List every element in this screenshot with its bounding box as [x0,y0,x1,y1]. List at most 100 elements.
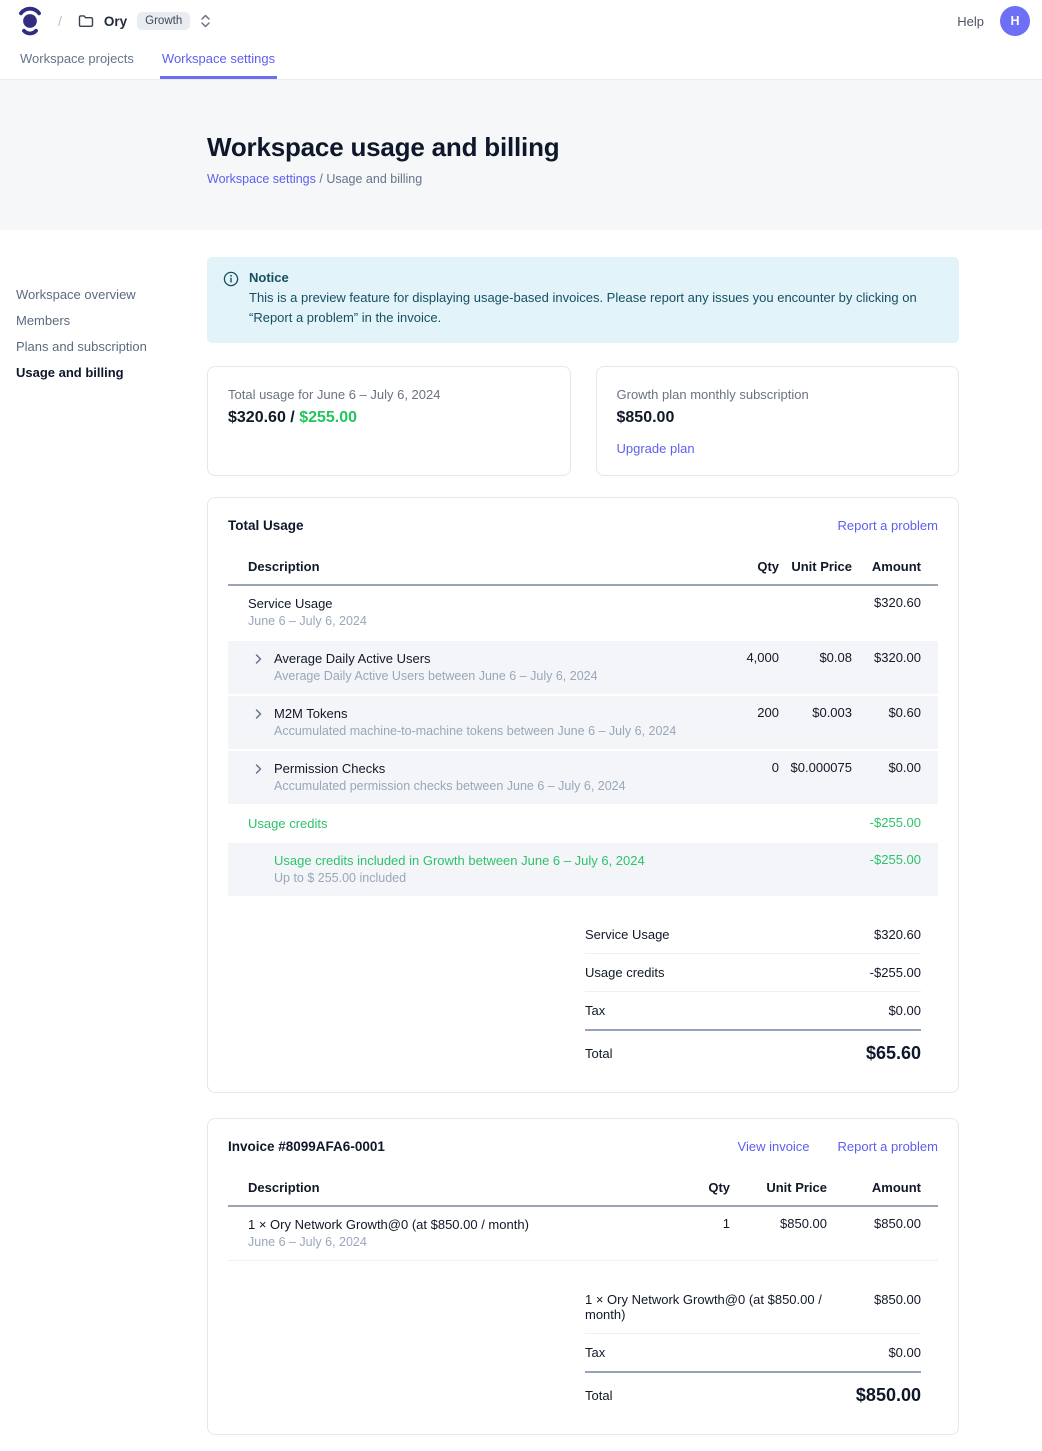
summary-row: Tax $0.00 [585,1334,921,1371]
row-title: Service Usage [248,595,709,612]
column-unit-price: Unit Price [730,1180,827,1195]
ory-logo-icon[interactable] [18,6,42,36]
usage-table-row: M2M Tokens Accumulated machine-to-machin… [228,696,938,749]
main-area: Workspace overview Members Plans and sub… [0,257,1042,1451]
sidebar-item[interactable]: Members [16,313,196,329]
sidebar-item[interactable]: Workspace overview [16,287,196,303]
invoice-summary: 1 × Ory Network Growth@0 (at $850.00 / m… [585,1281,921,1408]
usage-table-header: Description Qty Unit Price Amount [228,553,938,586]
row-unit-price: $0.003 [779,705,852,720]
invoice-card: Invoice #8099AFA6-0001 View invoice Repo… [207,1118,959,1435]
summary-row: Service Usage $320.60 [585,916,921,954]
breadcrumb-settings-link[interactable]: Workspace settings [207,172,316,186]
invoice-total-row: Total $850.00 [585,1371,921,1408]
row-qty: 0 [709,760,779,775]
summary-label: Usage credits [585,965,870,980]
usage-amount: $320.60 / $255.00 [228,409,550,427]
notice-body: This is a preview feature for displaying… [249,288,943,328]
total-label: Total [585,1388,856,1403]
help-link[interactable]: Help [957,14,984,29]
row-title: M2M Tokens [274,705,709,722]
invoice-table: Description Qty Unit Price Amount 1 × Or… [228,1174,938,1261]
total-usage-card: Total Usage Report a problem Description… [207,497,959,1093]
chevron-right-icon[interactable] [254,653,263,665]
sidebar-item[interactable]: Plans and subscription [16,339,196,355]
row-subtitle: Accumulated machine-to-machine tokens be… [274,723,709,740]
row-amount: $320.00 [852,650,938,665]
settings-sidebar: Workspace overview Members Plans and sub… [16,287,196,391]
usage-table: Description Qty Unit Price Amount S [228,553,938,896]
column-amount: Amount [852,559,938,574]
workspace-tab[interactable]: Workspace projects [18,42,136,79]
breadcrumb-separator: / [58,13,62,29]
sidebar-item[interactable]: Usage and billing [16,365,196,381]
column-description: Description [228,559,709,574]
plan-summary-card: Growth plan monthly subscription $850.00… [596,366,960,476]
summary-row: Tax $0.00 [585,992,921,1029]
upgrade-plan-link[interactable]: Upgrade plan [617,441,695,456]
workspace-tab[interactable]: Workspace settings [160,42,277,79]
usage-used-amount: $320.60 [228,409,286,426]
row-qty: 4,000 [709,650,779,665]
chevron-right-icon[interactable] [254,763,263,775]
report-problem-link[interactable]: Report a problem [838,518,938,533]
report-problem-link[interactable]: Report a problem [838,1139,938,1154]
row-subtitle: June 6 – July 6, 2024 [248,1234,660,1251]
chevron-right-icon[interactable] [254,708,263,720]
summary-label: Tax [585,1345,888,1360]
workspace-name[interactable]: Ory [104,14,127,29]
summary-label: 1 × Ory Network Growth@0 (at $850.00 / m… [585,1292,874,1322]
usage-table-row: Permission Checks Accumulated permission… [228,751,938,804]
usage-included-amount: $255.00 [299,409,357,426]
row-subtitle: Average Daily Active Users between June … [274,668,709,685]
usage-card-title: Total Usage [228,518,838,533]
usage-table-row: Usage credits included in Growth between… [228,843,938,896]
usage-table-row: Usage credits -$255.00 [228,806,938,841]
invoice-table-header: Description Qty Unit Price Amount [228,1174,938,1207]
row-unit-price: $0.000075 [779,760,852,775]
total-label: Total [585,1046,866,1061]
row-qty: 1 [660,1216,730,1231]
summary-value: $320.60 [874,927,921,942]
page-hero: Workspace usage and billing Workspace se… [0,80,1042,230]
row-title: Usage credits included in Growth between… [274,852,709,869]
usage-table-row: Service Usage June 6 – July 6, 2024 $320… [228,586,938,639]
column-unit-price: Unit Price [779,559,852,574]
column-qty: Qty [660,1180,730,1195]
summary-label: Service Usage [585,927,874,942]
row-title: Permission Checks [274,760,709,777]
usage-total-row: Total $65.60 [585,1029,921,1066]
content-column: Notice This is a preview feature for dis… [207,257,959,1435]
page-breadcrumb: Workspace settings / Usage and billing [207,172,1042,186]
top-bar: / Ory Growth Help H [0,0,1042,42]
row-amount: $850.00 [827,1216,938,1231]
row-title: 1 × Ory Network Growth@0 (at $850.00 / m… [248,1216,660,1233]
row-subtitle: Accumulated permission checks between Ju… [274,778,709,795]
usage-summary: Service Usage $320.60 Usage credits -$25… [585,916,921,1066]
row-amount: -$255.00 [852,852,938,867]
usage-amount-separator: / [286,409,299,426]
summary-value: $850.00 [874,1292,921,1307]
summary-row: Usage credits -$255.00 [585,954,921,992]
row-title: Usage credits [248,815,709,832]
row-amount: -$255.00 [852,815,938,830]
breadcrumb-separator: / [319,172,322,186]
column-description: Description [228,1180,660,1195]
total-usage-summary-card: Total usage for June 6 – July 6, 2024 $3… [207,366,571,476]
invoice-card-title: Invoice #8099AFA6-0001 [228,1139,738,1154]
column-qty: Qty [709,559,779,574]
total-value: $850.00 [856,1385,921,1406]
view-invoice-link[interactable]: View invoice [738,1139,810,1154]
summary-cards: Total usage for June 6 – July 6, 2024 $3… [207,366,959,476]
user-avatar[interactable]: H [1000,6,1030,36]
workspace-plan-badge: Growth [137,12,190,30]
row-amount: $0.00 [852,760,938,775]
workspace-switcher-icon[interactable] [200,14,211,28]
summary-label: Tax [585,1003,888,1018]
summary-value: $0.00 [888,1345,921,1360]
page-title: Workspace usage and billing [207,132,1042,163]
breadcrumb-current: Usage and billing [326,172,422,186]
plan-label: Growth plan monthly subscription [617,387,939,402]
usage-table-row: Average Daily Active Users Average Daily… [228,641,938,694]
invoice-table-row: 1 × Ory Network Growth@0 (at $850.00 / m… [228,1207,938,1261]
